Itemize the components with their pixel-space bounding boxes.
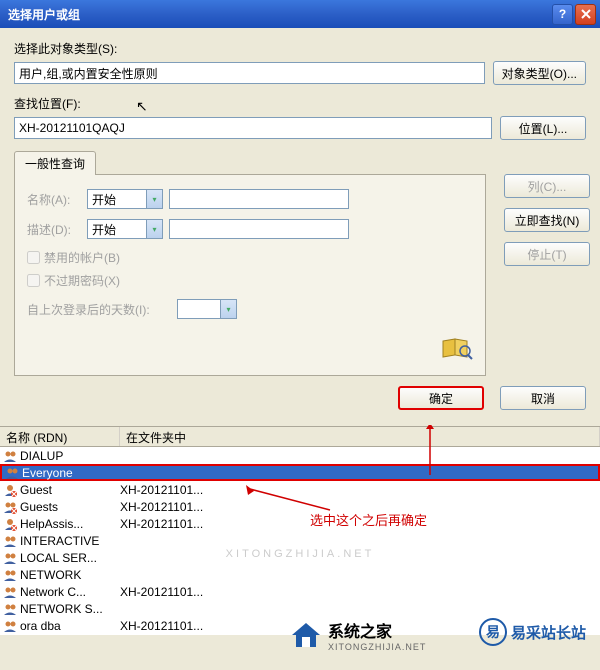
titlebar: 选择用户或组 ? (0, 0, 600, 28)
principal-icon (2, 517, 18, 531)
result-name: Guest (20, 483, 120, 497)
window-title: 选择用户或组 (4, 6, 550, 23)
result-name: Network C... (20, 585, 120, 599)
result-name: NETWORK (20, 568, 120, 582)
chevron-down-icon: ▾ (146, 190, 162, 208)
logo-xitongzhijia: 系统之家 XITONGZHIJIA.NET (290, 618, 426, 652)
result-name: NETWORK S... (20, 602, 120, 616)
tabs: 一般性查询 (14, 150, 586, 174)
column-folder[interactable]: 在文件夹中 (120, 427, 600, 446)
chevron-down-icon: ▾ (146, 220, 162, 238)
desc-match-combo[interactable]: 开始▾ (87, 219, 163, 239)
result-name: INTERACTIVE (20, 534, 120, 548)
column-name[interactable]: 名称 (RDN) (0, 427, 120, 446)
chevron-down-icon: ▾ (220, 300, 236, 318)
result-row[interactable]: NETWORK S... (0, 600, 600, 617)
result-row[interactable]: GuestXH-20121101... (0, 481, 600, 498)
object-type-button[interactable]: 对象类型(O)... (493, 61, 586, 85)
noexpire-password-label: 不过期密码(X) (44, 272, 120, 289)
principal-icon (2, 551, 18, 565)
result-row[interactable]: HelpAssis...XH-20121101... (0, 515, 600, 532)
principal-icon (2, 568, 18, 582)
principal-icon (2, 602, 18, 616)
noexpire-password-checkbox (27, 274, 40, 287)
book-search-icon[interactable] (441, 337, 473, 361)
result-row[interactable]: DIALUP (0, 447, 600, 464)
result-folder: XH-20121101... (120, 483, 203, 497)
cancel-button[interactable]: 取消 (500, 386, 586, 410)
result-name: LOCAL SER... (20, 551, 120, 565)
desc-input[interactable] (169, 219, 349, 239)
result-row[interactable]: GuestsXH-20121101... (0, 498, 600, 515)
result-name: Everyone (22, 466, 122, 480)
help-button[interactable]: ? (552, 4, 573, 25)
principal-icon (2, 483, 18, 497)
lastlogin-label: 自上次登录后的天数(I): (27, 301, 177, 318)
logo-easck-icon: 易 (479, 618, 507, 646)
stop-button: 停止(T) (504, 242, 590, 266)
result-folder: XH-20121101... (120, 585, 203, 599)
name-match-combo[interactable]: 开始▾ (87, 189, 163, 209)
location-button[interactable]: 位置(L)... (500, 116, 586, 140)
dialog-body: 选择此对象类型(S): 用户,组,或内置安全性原则 对象类型(O)... 查找位… (0, 28, 600, 426)
results-list: 名称 (RDN) 在文件夹中 DIALUPEveryoneGuestXH-201… (0, 426, 600, 635)
disabled-accounts-label: 禁用的帐户(B) (44, 249, 120, 266)
result-folder: XH-20121101... (120, 500, 203, 514)
result-folder: XH-20121101... (120, 619, 203, 633)
results-header: 名称 (RDN) 在文件夹中 (0, 427, 600, 447)
principal-icon (2, 619, 18, 633)
result-name: DIALUP (20, 449, 120, 463)
result-name: ora dba (20, 619, 120, 633)
result-row[interactable]: Network C...XH-20121101... (0, 583, 600, 600)
principal-icon (2, 449, 18, 463)
location-field: XH-20121101QAQJ (14, 117, 492, 139)
object-type-field: 用户,组,或内置安全性原则 (14, 62, 485, 84)
watermark: XITONGZHIJIA.NET (226, 548, 375, 560)
result-row[interactable]: INTERACTIVE (0, 532, 600, 549)
query-panel: 名称(A): 开始▾ 描述(D): 开始▾ 禁用的帐户(B) 不过期密码(X) (14, 174, 486, 376)
name-input[interactable] (169, 189, 349, 209)
result-folder: XH-20121101... (120, 517, 203, 531)
location-label: 查找位置(F): (14, 95, 586, 112)
annotation-text: 选中这个之后再确定 (310, 510, 427, 529)
principal-icon (2, 500, 18, 514)
object-type-label: 选择此对象类型(S): (14, 40, 586, 57)
house-icon (290, 621, 322, 649)
principal-icon (2, 534, 18, 548)
tab-common-query[interactable]: 一般性查询 (14, 151, 96, 175)
logo-easck: 易 易采站长站 (479, 618, 586, 646)
lastlogin-combo[interactable]: ▾ (177, 299, 237, 319)
result-name: HelpAssis... (20, 517, 120, 531)
ok-button[interactable]: 确定 (398, 386, 484, 410)
result-row[interactable]: NETWORK (0, 566, 600, 583)
name-label: 名称(A): (27, 191, 87, 208)
principal-icon (2, 585, 18, 599)
close-button[interactable] (575, 4, 596, 25)
principal-icon (4, 466, 20, 480)
result-row[interactable]: Everyone (0, 464, 600, 481)
disabled-accounts-checkbox (27, 251, 40, 264)
desc-label: 描述(D): (27, 221, 87, 238)
columns-button: 列(C)... (504, 174, 590, 198)
find-now-button[interactable]: 立即查找(N) (504, 208, 590, 232)
result-name: Guests (20, 500, 120, 514)
